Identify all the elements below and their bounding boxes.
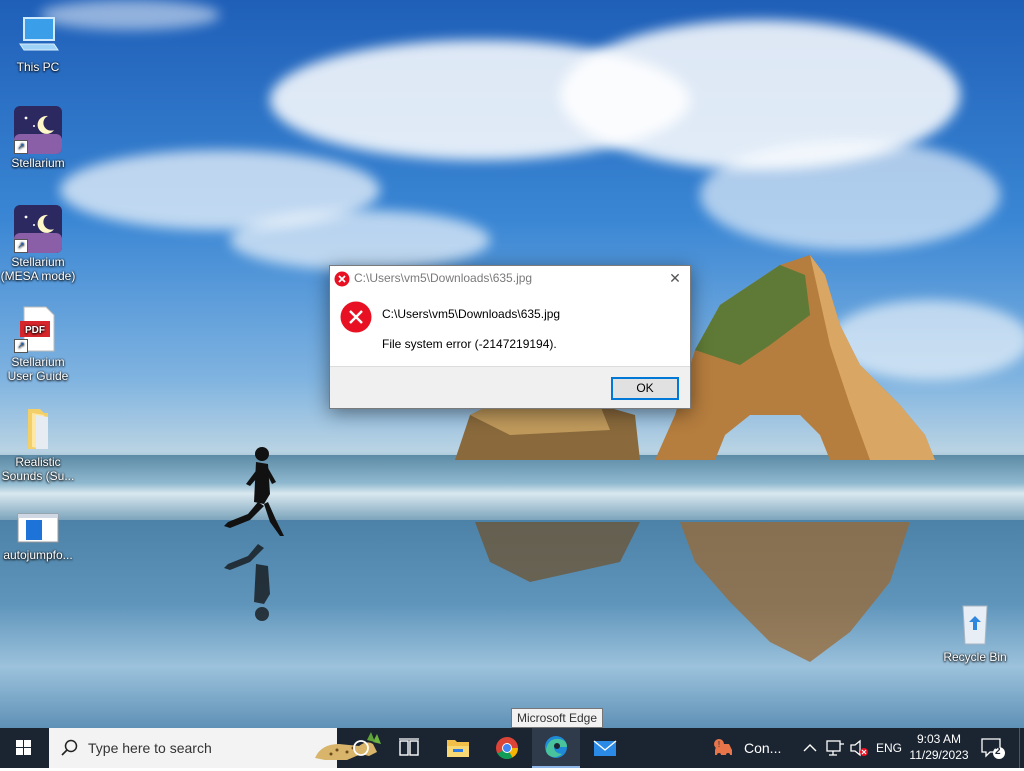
taskbar-file-explorer[interactable] — [434, 728, 482, 768]
desktop-icon-label: Stellarium User Guide — [7, 355, 69, 383]
close-icon: ✕ — [669, 271, 681, 287]
desktop-icon-label: This PC — [16, 60, 60, 74]
desktop-icon-realistic-sounds[interactable]: Realistic Sounds (Su... — [0, 405, 76, 483]
runner-silhouette — [224, 447, 284, 621]
cortana-circle-icon — [353, 740, 369, 756]
taskbar-mail[interactable] — [581, 728, 629, 768]
computer-icon — [14, 10, 62, 58]
dialog-title-bar[interactable]: C:\Users\vm5\Downloads\635.jpg ✕ — [330, 266, 690, 292]
task-view-button[interactable] — [385, 728, 433, 768]
taskbar: Type here to search ! Con... ENG 9:03 AM… — [0, 728, 1024, 768]
desktop-icon-stellarium-mesa[interactable]: ↗ Stellarium (MESA mode) — [0, 205, 76, 283]
chevron-up-icon — [803, 744, 817, 752]
dialog-title: C:\Users\vm5\Downloads\635.jpg — [354, 271, 533, 285]
desktop-icon-this-pc[interactable]: This PC — [0, 10, 76, 74]
task-view-icon — [399, 738, 419, 756]
desktop-icon-label: Realistic Sounds (Su... — [1, 455, 75, 483]
cortana-button[interactable] — [337, 728, 385, 768]
dialog-footer: OK — [330, 366, 690, 408]
desktop-icon-stellarium-guide[interactable]: PDF ↗ Stellarium User Guide — [0, 305, 76, 383]
ok-button[interactable]: OK — [611, 377, 679, 400]
taskbar-clock[interactable]: 9:03 AM 11/29/2023 — [904, 731, 974, 763]
shortcut-arrow-icon: ↗ — [14, 239, 28, 253]
notification-count: 2 — [995, 746, 1001, 757]
folder-icon — [447, 740, 469, 757]
language-indicator[interactable]: ENG — [874, 728, 902, 768]
recycle-bin-icon — [951, 600, 999, 648]
pdf-badge: PDF — [25, 325, 45, 336]
stellarium-icon: ↗ — [14, 205, 62, 253]
dialog-body: C:\Users\vm5\Downloads\635.jpg File syst… — [330, 292, 690, 366]
desktop-icon-recycle-bin[interactable]: Recycle Bin — [937, 600, 1013, 664]
action-center-button[interactable]: 2 — [980, 736, 1006, 760]
car-warning-icon: ! — [714, 739, 732, 757]
desktop-icon-label: autojumpfo... — [3, 548, 73, 562]
desktop-icon-label: Stellarium (MESA mode) — [0, 255, 76, 283]
stellarium-icon: ↗ — [14, 106, 62, 154]
taskbar-edge[interactable] — [532, 728, 580, 768]
window-app-icon — [14, 510, 62, 546]
chrome-icon — [496, 737, 518, 759]
notification-icon — [981, 738, 1005, 759]
volume-button[interactable] — [848, 728, 872, 768]
dialog-file-path: C:\Users\vm5\Downloads\635.jpg — [382, 307, 561, 321]
network-icon — [826, 740, 844, 756]
language-label: ENG — [876, 741, 903, 755]
clock-date: 11/29/2023 — [909, 748, 969, 762]
show-desktop-button[interactable] — [1019, 728, 1024, 768]
dialog-error-message: File system error (-2147219194). — [382, 337, 557, 351]
search-icon — [61, 739, 78, 756]
search-placeholder: Type here to search — [88, 740, 212, 756]
close-button[interactable]: ✕ — [660, 266, 690, 292]
shortcut-arrow-icon: ↗ — [14, 140, 28, 154]
tray-app-label: Con... — [744, 740, 782, 756]
taskbar-chrome[interactable] — [483, 728, 531, 768]
svg-text:!: ! — [718, 740, 720, 749]
desktop-icon-autojump[interactable]: autojumpfo... — [0, 510, 76, 562]
error-icon — [334, 271, 350, 287]
network-status-button[interactable] — [824, 728, 846, 768]
windows-logo-icon — [16, 740, 31, 755]
rock-reflection — [475, 522, 910, 662]
folder-icon — [14, 405, 62, 453]
mail-icon — [593, 740, 617, 756]
desktop-icon-label: Recycle Bin — [943, 650, 1007, 664]
edge-icon — [545, 736, 567, 758]
taskbar-search-box[interactable]: Type here to search — [49, 728, 381, 768]
error-dialog: C:\Users\vm5\Downloads\635.jpg ✕ C:\User… — [329, 265, 691, 409]
shortcut-arrow-icon: ↗ — [14, 339, 28, 353]
error-icon — [340, 301, 372, 333]
clock-time: 9:03 AM — [916, 732, 962, 746]
taskbar-tooltip: Microsoft Edge — [511, 708, 604, 728]
show-hidden-icons-button[interactable] — [800, 728, 820, 768]
cloud — [700, 140, 1000, 250]
desktop-icon-stellarium[interactable]: ↗ Stellarium — [0, 106, 76, 170]
start-button[interactable] — [0, 728, 48, 768]
volume-muted-icon — [850, 739, 868, 757]
tray-app-connection[interactable]: ! Con... — [705, 728, 785, 768]
pdf-file-icon: PDF ↗ — [14, 305, 62, 353]
desktop-icon-label: Stellarium — [11, 156, 65, 170]
